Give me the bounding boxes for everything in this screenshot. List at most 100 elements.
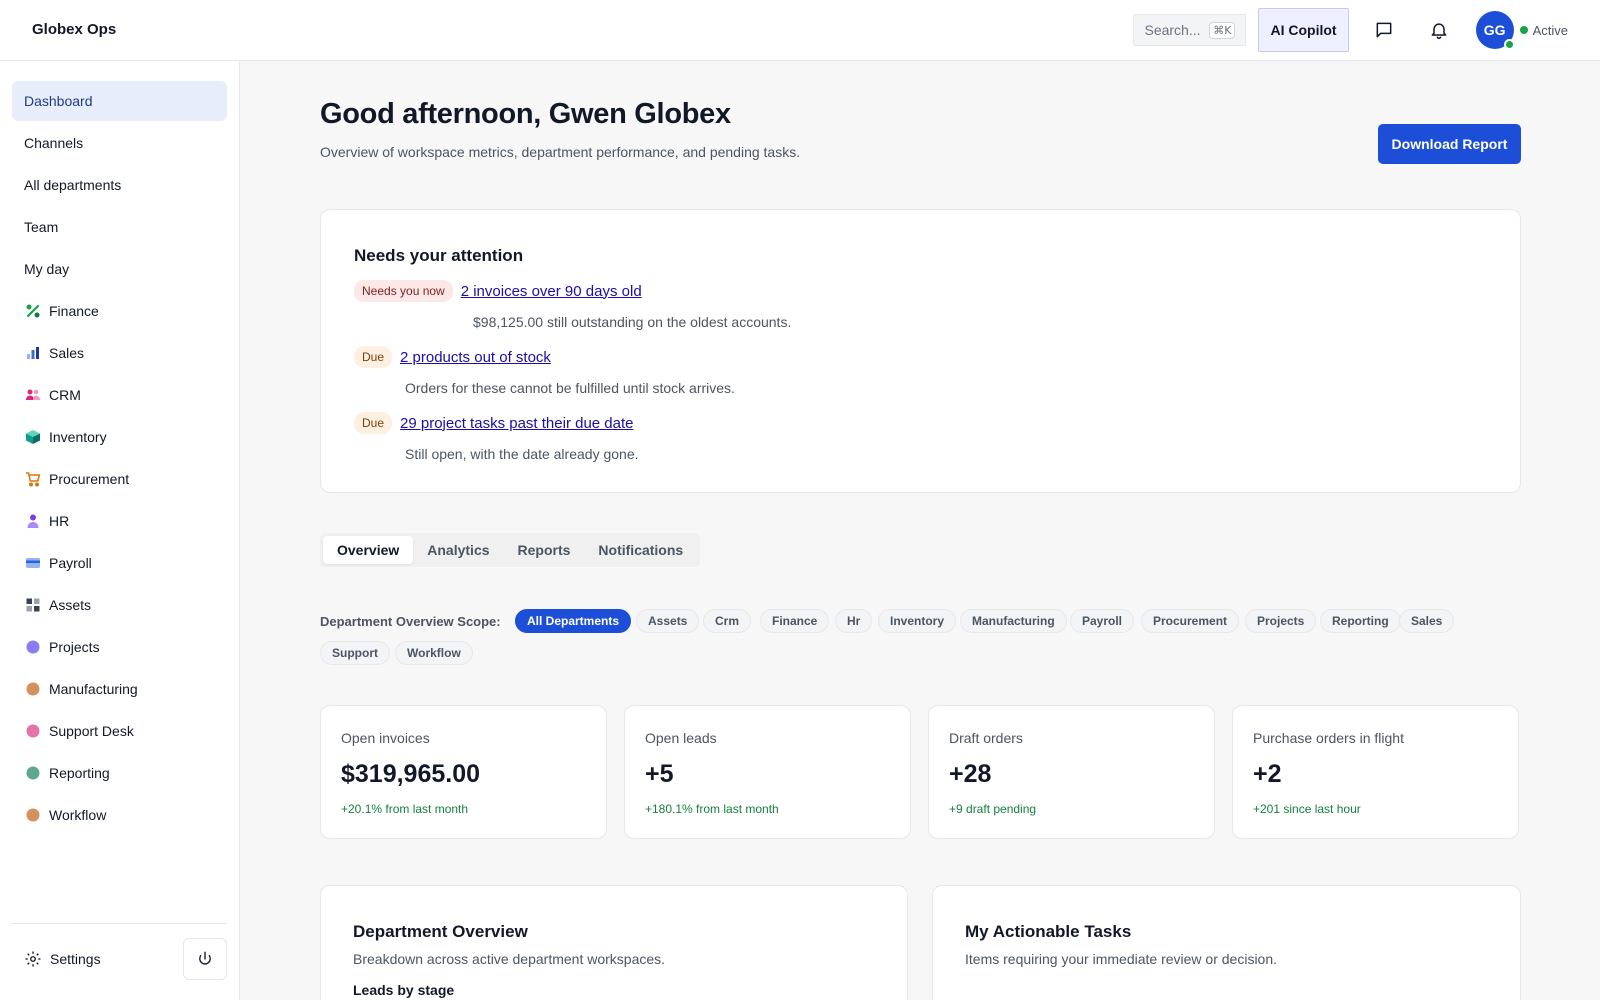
sidebar-item-procurement[interactable]: Procurement	[12, 459, 227, 499]
sidebar-item-payroll[interactable]: Payroll	[12, 543, 227, 583]
page-subtitle: Overview of workspace metrics, departmen…	[320, 144, 801, 160]
tab-reports[interactable]: Reports	[504, 536, 585, 564]
bell-icon	[1431, 23, 1447, 40]
dot-icon	[24, 765, 41, 782]
stat-label: Purchase orders in flight	[1253, 730, 1404, 746]
person-icon	[24, 513, 41, 530]
chip-hr[interactable]: Hr	[835, 609, 873, 633]
sidebar-item-workflow[interactable]: Workflow	[12, 795, 227, 835]
brand-name[interactable]: Globex Ops	[32, 21, 116, 38]
sidebar-item-label: HR	[49, 513, 70, 529]
chip-all-departments[interactable]: All Departments	[515, 609, 632, 633]
sidebar-item-label: Manufacturing	[49, 681, 138, 697]
sidebar-item-label: Reporting	[49, 765, 110, 781]
attention-link[interactable]: 2 invoices over 90 days old	[461, 283, 642, 300]
sidebar-item-label: Assets	[49, 597, 92, 613]
sidebar-item-team[interactable]: Team	[12, 207, 227, 247]
sidebar-item-label: My day	[24, 261, 70, 277]
attention-description: Orders for these cannot be fulfilled unt…	[405, 380, 735, 396]
attention-description: Still open, with the date already gone.	[405, 446, 639, 462]
top-bar: Globex Ops Search... ⌘K AI Copilot GG Ac…	[0, 0, 1600, 61]
chip-reporting[interactable]: Reporting	[1320, 609, 1401, 633]
chip-inventory[interactable]: Inventory	[878, 609, 957, 633]
panel-title: My Actionable Tasks	[965, 922, 1132, 941]
page-title: Good afternoon, Gwen Globex	[320, 98, 731, 130]
stat-delta: +201 since last hour	[1253, 802, 1361, 816]
sidebar-item-label: Workflow	[49, 807, 107, 823]
actionable-tasks-panel: My Actionable Tasks Items requiring your…	[932, 885, 1521, 1000]
sidebar-nav: Dashboard Channels All departments Team My d…	[12, 81, 227, 837]
section-heading: Leads by stage	[353, 982, 455, 998]
sidebar-item-dashboard[interactable]: Dashboard	[12, 81, 227, 121]
card-icon	[24, 555, 41, 572]
notifications-button[interactable]	[1419, 10, 1459, 50]
stat-delta: +180.1% from last month	[645, 802, 779, 816]
sidebar-item-crm[interactable]: CRM	[12, 375, 227, 415]
chip-payroll[interactable]: Payroll	[1070, 609, 1135, 633]
sidebar-item-hr[interactable]: HR	[12, 501, 227, 541]
sidebar-item-sales[interactable]: Sales	[12, 333, 227, 373]
sidebar-item-label: Channels	[24, 135, 84, 151]
chip-projects[interactable]: Projects	[1245, 609, 1317, 633]
logout-button[interactable]	[183, 938, 227, 980]
ai-copilot-button[interactable]: AI Copilot	[1258, 8, 1349, 52]
panel-subtitle: Items requiring your immediate review or…	[965, 951, 1278, 967]
stat-card-purchase-orders[interactable]: Purchase orders in flight +2 +201 since …	[1232, 705, 1519, 839]
stat-delta: +20.1% from last month	[341, 802, 469, 816]
sidebar-item-assets[interactable]: Assets	[12, 585, 227, 625]
presence-status[interactable]: Active	[1519, 23, 1568, 38]
sidebar-item-projects[interactable]: Projects	[12, 627, 227, 667]
attention-link[interactable]: 29 project tasks past their due date	[400, 415, 633, 432]
sidebar-item-label: CRM	[49, 387, 81, 403]
settings-label: Settings	[50, 951, 101, 967]
due-badge: Due	[354, 412, 393, 434]
chip-sales[interactable]: Sales	[1399, 609, 1455, 633]
sidebar-item-reporting[interactable]: Reporting	[12, 753, 227, 793]
panel-subtitle: Breakdown across active department works…	[353, 951, 666, 967]
stat-card-draft-orders[interactable]: Draft orders +28 +9 draft pending	[928, 705, 1215, 839]
attention-link[interactable]: 2 products out of stock	[400, 349, 551, 366]
chip-assets[interactable]: Assets	[636, 609, 700, 633]
search-shortcut: ⌘K	[1209, 21, 1236, 39]
settings-link[interactable]: Settings	[12, 937, 101, 981]
stat-delta: +9 draft pending	[949, 802, 1037, 816]
search-input[interactable]: Search... ⌘K	[1133, 14, 1247, 46]
chip-support[interactable]: Support	[320, 641, 390, 665]
sidebar-item-label: Projects	[49, 639, 100, 655]
sidebar-item-my-day[interactable]: My day	[12, 249, 227, 289]
sidebar-item-label: Support Desk	[49, 723, 134, 739]
chat-button[interactable]	[1364, 10, 1404, 50]
sidebar-item-all-departments[interactable]: All departments	[12, 165, 227, 205]
download-report-button[interactable]: Download Report	[1378, 124, 1521, 164]
chip-workflow[interactable]: Workflow	[395, 641, 473, 665]
urgency-badge: Needs you now	[354, 280, 453, 302]
due-badge: Due	[354, 346, 393, 368]
stat-value: +5	[645, 760, 674, 788]
dot-icon	[24, 639, 41, 656]
sidebar-item-channels[interactable]: Channels	[12, 123, 227, 163]
view-tabs: Overview Analytics Reports Notifications	[320, 533, 701, 567]
tab-overview[interactable]: Overview	[323, 536, 414, 564]
stat-value: +2	[1253, 760, 1282, 788]
department-overview-panel: Department Overview Breakdown across act…	[320, 885, 908, 1000]
chip-manufacturing[interactable]: Manufacturing	[960, 609, 1067, 633]
bar-chart-icon	[24, 345, 41, 362]
top-bar-actions: Search... ⌘K AI Copilot GG Active	[1133, 8, 1568, 52]
sidebar-item-manufacturing[interactable]: Manufacturing	[12, 669, 227, 709]
sidebar-item-support-desk[interactable]: Support Desk	[12, 711, 227, 751]
sidebar-item-inventory[interactable]: Inventory	[12, 417, 227, 457]
box-icon	[24, 429, 41, 446]
chip-finance[interactable]: Finance	[760, 609, 830, 633]
grid-icon	[24, 597, 41, 614]
tab-analytics[interactable]: Analytics	[413, 536, 503, 564]
chip-procurement[interactable]: Procurement	[1141, 609, 1240, 633]
stat-card-open-leads[interactable]: Open leads +5 +180.1% from last month	[624, 705, 911, 839]
stat-card-open-invoices[interactable]: Open invoices $319,965.00 +20.1% from la…	[320, 705, 607, 839]
sidebar-item-label: Team	[24, 219, 59, 235]
attention-title: Needs your attention	[354, 246, 524, 265]
user-avatar[interactable]: GG	[1475, 11, 1515, 50]
sidebar-item-finance[interactable]: Finance	[12, 291, 227, 331]
chip-crm[interactable]: Crm	[703, 609, 752, 633]
tab-notifications[interactable]: Notifications	[584, 536, 697, 564]
scope-label: Department Overview Scope:	[320, 614, 501, 629]
